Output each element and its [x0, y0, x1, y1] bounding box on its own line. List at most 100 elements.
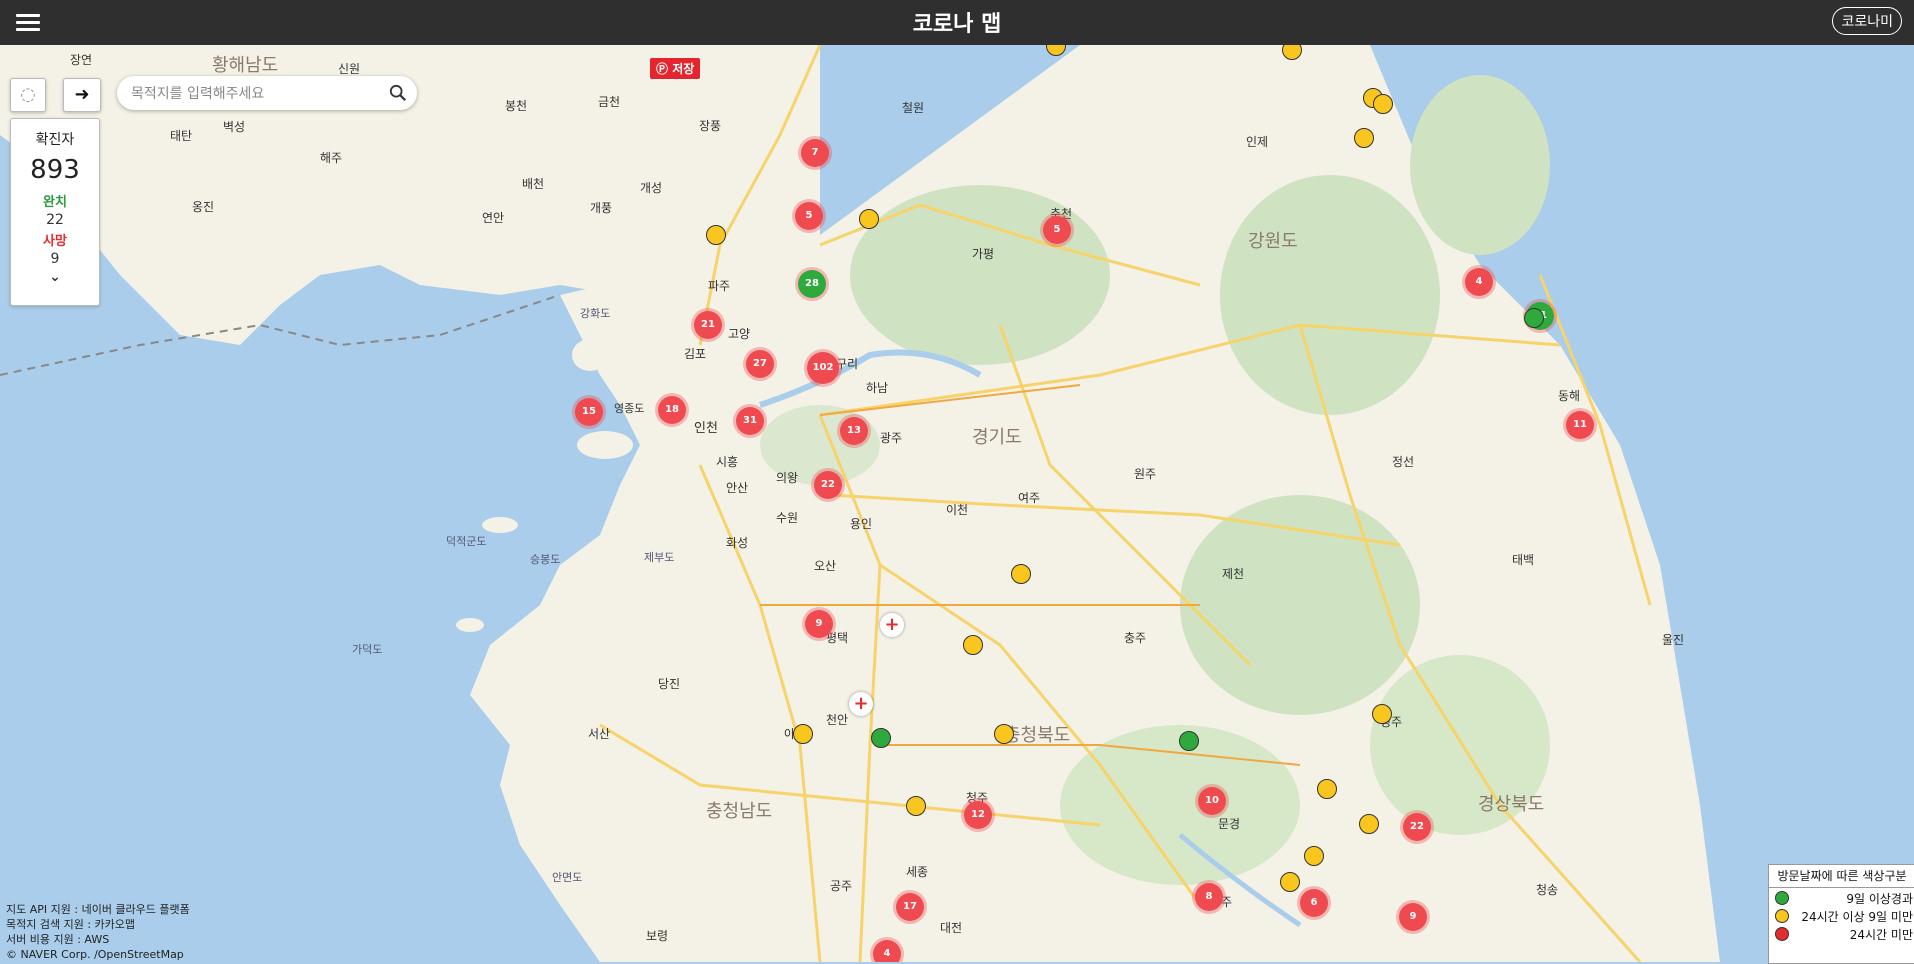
cluster-marker[interactable]: 31	[736, 407, 764, 435]
cluster-marker[interactable]: 28	[798, 270, 826, 298]
place-label: 해주	[320, 151, 343, 165]
pinterest-icon: Ⓟ	[656, 62, 673, 76]
place-label: 화성	[726, 536, 749, 550]
legend-item-label: 9일 이상경과	[1846, 892, 1913, 906]
place-label: 충주	[1124, 631, 1147, 645]
place-label: 장풍	[699, 119, 722, 133]
place-label: 개성	[640, 181, 663, 195]
credit-line: 지도 API 지원 : 네이버 클라우드 플랫폼	[6, 903, 190, 916]
cluster-marker[interactable]: 18	[658, 396, 686, 424]
map-canvas[interactable]: 황해남도 강원도 경기도 충청북도 충청남도 경상북도 장연 신원 봉천 금천 …	[0, 45, 1914, 962]
circle-marker-icon[interactable]	[906, 796, 926, 816]
cluster-marker[interactable]: 12	[964, 801, 992, 829]
page-title: 코로나 맵	[912, 12, 1002, 37]
circle-marker-icon[interactable]	[963, 635, 983, 655]
place-label: 옹진	[192, 200, 215, 214]
cluster-marker[interactable]: 22	[814, 471, 842, 499]
cluster-marker[interactable]: 4	[1465, 268, 1493, 296]
place-label: 보령	[646, 929, 669, 943]
cluster-marker[interactable]: 6	[1300, 889, 1328, 917]
circle-marker-icon[interactable]	[871, 728, 891, 748]
circle-marker-icon[interactable]	[1359, 814, 1379, 834]
cluster-marker[interactable]: 5	[1043, 216, 1071, 244]
place-label: 수원	[776, 511, 799, 525]
place-label: 장연	[70, 53, 93, 67]
circle-marker-icon[interactable]	[1524, 308, 1544, 328]
confirmed-label: 확진자	[35, 132, 75, 148]
legend-title: 방문날짜에 따른 색상구분	[1769, 865, 1914, 888]
circle-marker-icon[interactable]	[1354, 128, 1374, 148]
cross-icon[interactable]: +	[880, 613, 904, 637]
place-label: 벽성	[223, 120, 246, 134]
circle-marker-icon[interactable]	[793, 724, 813, 744]
cluster-marker[interactable]: 9	[1399, 903, 1427, 931]
cluster-marker[interactable]: 22	[1403, 813, 1431, 841]
user-button[interactable]: 코로나미	[1832, 7, 1902, 35]
stats-panel: 확진자 893 완치 22 사망 9 ⌄	[10, 118, 100, 306]
cluster-marker[interactable]: 27	[746, 350, 774, 378]
place-label: 덕적군도	[446, 535, 487, 548]
cluster-marker[interactable]: 8	[1195, 883, 1223, 911]
circle-marker-icon[interactable]	[1372, 704, 1392, 724]
credit-line: 목적지 검색 지원 : 카카오맵	[6, 918, 136, 931]
place-label: 천안	[826, 713, 849, 727]
cluster-marker[interactable]: 17	[896, 893, 924, 921]
legend-item: 9일 이상경과	[1769, 888, 1914, 906]
map-credits: 지도 API 지원 : 네이버 클라우드 플랫폼 목적지 검색 지원 : 카카오…	[6, 902, 190, 962]
place-label: 광주	[880, 431, 903, 445]
legend-item: 24시간 미만	[1769, 924, 1914, 942]
search-bar	[117, 76, 417, 110]
place-label: 제부도	[644, 551, 675, 564]
place-label: 문경	[1218, 817, 1241, 831]
search-icon[interactable]	[389, 84, 407, 102]
legend-item: 24시간 이상 9일 미만	[1769, 906, 1914, 924]
cluster-marker[interactable]: 15	[575, 398, 603, 426]
place-label: 연안	[482, 211, 505, 225]
circle-marker-icon[interactable]	[1304, 846, 1324, 866]
arrow-right-icon[interactable]: ➜	[63, 78, 101, 112]
cluster-marker[interactable]: 11	[1566, 411, 1594, 439]
place-label: 가덕도	[352, 643, 383, 656]
cluster-marker[interactable]: 9	[805, 610, 833, 638]
circle-marker-icon[interactable]	[1280, 872, 1300, 892]
circle-marker-icon[interactable]	[994, 724, 1014, 744]
region-label: 경기도	[972, 427, 1022, 448]
place-label: 세종	[906, 865, 929, 879]
confirmed-value: 893	[30, 155, 80, 185]
green-dot-icon	[1775, 891, 1789, 905]
cluster-marker[interactable]: 21	[694, 311, 722, 339]
place-label: 배천	[522, 177, 545, 191]
cluster-marker[interactable]: 13	[840, 417, 868, 445]
cluster-marker[interactable]: 5	[795, 202, 823, 230]
place-label: 대전	[940, 921, 963, 935]
spinner-icon[interactable]: ◌	[10, 78, 46, 112]
circle-marker-icon[interactable]	[1317, 779, 1337, 799]
place-label: 정선	[1392, 455, 1415, 469]
save-button[interactable]: Ⓟ 저장	[650, 58, 701, 79]
circle-marker-icon[interactable]	[859, 209, 879, 229]
top-bar: 코로나 맵 코로나미	[0, 0, 1914, 45]
place-label: 신원	[338, 62, 361, 76]
place-label: 울진	[1662, 633, 1685, 647]
place-label: 금천	[598, 95, 621, 109]
cross-icon[interactable]: +	[849, 692, 873, 716]
circle-marker-icon[interactable]	[1373, 94, 1393, 114]
place-label: 인제	[1246, 135, 1269, 149]
circle-marker-icon[interactable]	[1011, 564, 1031, 584]
place-label: 철원	[902, 101, 925, 115]
place-label: 시흥	[716, 455, 739, 469]
chevron-down-icon[interactable]: ⌄	[11, 269, 99, 285]
place-label: 공주	[830, 879, 853, 893]
cluster-marker[interactable]: 4	[873, 940, 901, 962]
cluster-marker[interactable]: 7	[801, 139, 829, 167]
place-label: 강화도	[580, 307, 611, 320]
circle-marker-icon[interactable]	[1179, 731, 1199, 751]
cluster-marker[interactable]: 102	[807, 352, 839, 384]
red-dot-icon	[1775, 927, 1789, 941]
cluster-marker[interactable]: 10	[1198, 787, 1226, 815]
place-label: 봉천	[505, 99, 528, 113]
search-input[interactable]	[129, 82, 383, 106]
death-label: 사망	[43, 234, 67, 249]
circle-marker-icon[interactable]	[706, 225, 726, 245]
place-label: 인천	[694, 421, 718, 436]
